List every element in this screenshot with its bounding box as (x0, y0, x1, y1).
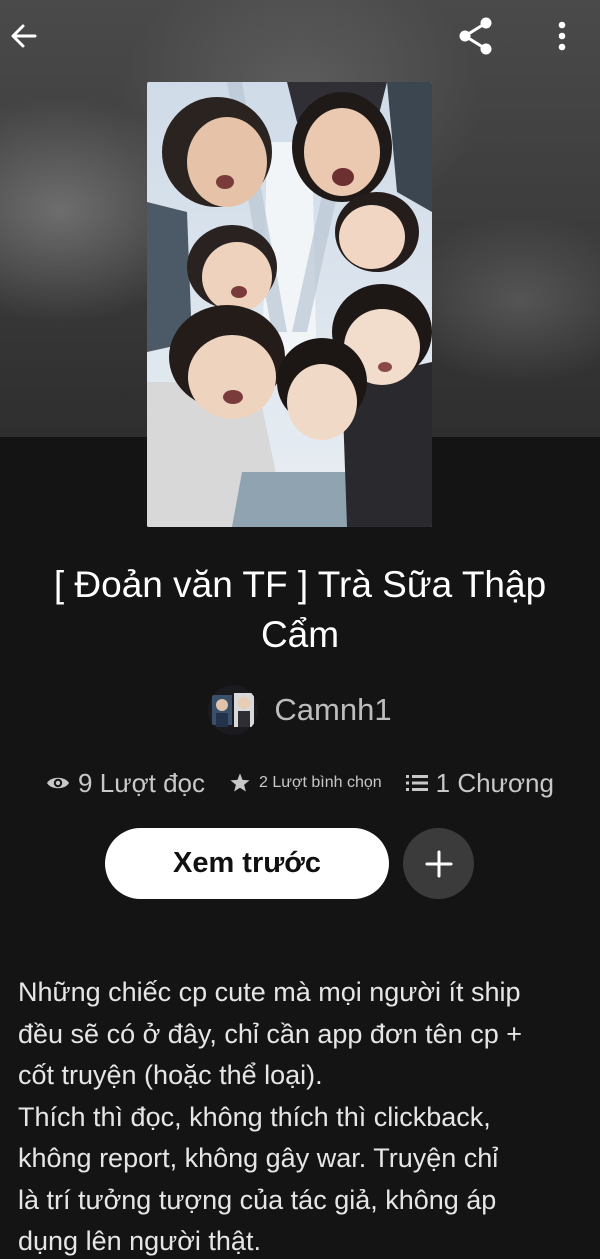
votes-stat: 2 Lượt bình chọn (229, 772, 382, 794)
share-icon (459, 17, 492, 55)
story-description: Những chiếc cp cute mà mọi người ít ship… (18, 977, 522, 1256)
preview-button[interactable]: Xem trước (105, 828, 389, 899)
eye-icon (46, 774, 70, 792)
plus-icon (425, 850, 452, 877)
votes-count: 2 Lượt bình chọn (259, 774, 382, 791)
arrow-left-icon (11, 24, 37, 48)
author-row[interactable]: Camnh1 (0, 684, 600, 736)
reads-count: 9 Lượt đọc (78, 767, 206, 798)
more-vertical-icon (558, 21, 566, 51)
list-icon (405, 774, 428, 792)
share-button[interactable] (452, 12, 500, 60)
story-cover-image[interactable] (147, 82, 432, 527)
chapters-stat[interactable]: 1 Chương (405, 767, 554, 799)
chapters-count: 1 Chương (435, 767, 554, 798)
story-stats: 9 Lượt đọc 2 Lượt bình chọn 1 Chương (0, 760, 600, 806)
more-options-button[interactable] (538, 12, 586, 60)
add-to-library-button[interactable] (403, 828, 474, 899)
author-name[interactable]: Camnh1 (274, 692, 391, 728)
star-icon (229, 772, 251, 794)
top-app-bar (0, 0, 600, 70)
reads-stat: 9 Lượt đọc (46, 768, 205, 799)
story-title: [ Đoản văn TF ] Trà Sữa Thập Cẩm (53, 564, 547, 655)
back-button[interactable] (0, 12, 48, 60)
author-avatar[interactable] (208, 685, 259, 735)
